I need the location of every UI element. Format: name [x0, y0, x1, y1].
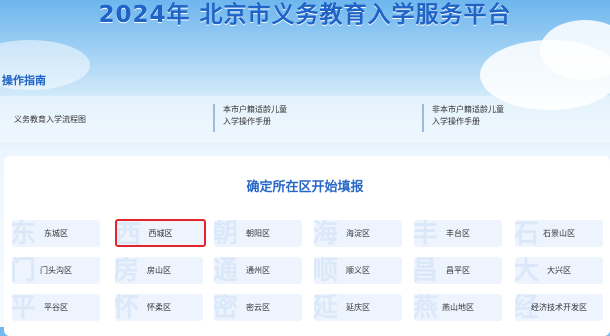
- district-button[interactable]: 燕燕山地区: [414, 294, 502, 321]
- district-label: 经济技术开发区: [531, 303, 587, 312]
- district-label: 大兴区: [547, 266, 571, 275]
- district-label: 密云区: [246, 303, 270, 312]
- guide-link-label: 本市户籍适龄儿童: [223, 105, 287, 114]
- district-label: 西城区: [148, 228, 173, 238]
- district-label: 朝阳区: [246, 229, 270, 238]
- district-label: 门头沟区: [40, 266, 72, 275]
- guide-link-flowchart[interactable]: 义务教育入学流程图: [14, 114, 86, 126]
- district-button[interactable]: 西西城区: [115, 219, 206, 247]
- district-button[interactable]: 朝朝阳区: [214, 220, 302, 247]
- page-title: 2024年 北京市义务教育入学服务平台: [98, 2, 512, 28]
- divider: [422, 104, 424, 132]
- district-label: 燕山地区: [442, 303, 474, 312]
- divider: [213, 104, 215, 132]
- district-label: 平谷区: [44, 303, 68, 312]
- guide-link-label: 义务教育入学流程图: [14, 115, 86, 124]
- district-label: 昌平区: [446, 266, 470, 275]
- district-label: 通州区: [246, 266, 270, 275]
- guide-link-label: 非本市户籍适龄儿童: [432, 105, 504, 114]
- guide-link-label: 入学操作手册: [223, 117, 271, 126]
- district-button[interactable]: 顺顺义区: [314, 257, 402, 284]
- district-label: 顺义区: [346, 266, 370, 275]
- district-button[interactable]: 东东城区: [12, 220, 100, 247]
- district-button[interactable]: 石石景山区: [515, 220, 603, 247]
- guide-link-label: 入学操作手册: [432, 117, 480, 126]
- district-button[interactable]: 通通州区: [214, 257, 302, 284]
- district-button[interactable]: 经经济技术开发区: [515, 294, 603, 321]
- district-button[interactable]: 怀怀柔区: [115, 294, 203, 321]
- district-button[interactable]: 丰丰台区: [414, 220, 502, 247]
- district-button[interactable]: 门门头沟区: [12, 257, 100, 284]
- district-button[interactable]: 海海淀区: [314, 220, 402, 247]
- district-label: 丰台区: [446, 229, 470, 238]
- guide-link-local-manual[interactable]: 本市户籍适龄儿童 入学操作手册: [213, 104, 287, 132]
- district-button[interactable]: 延延庆区: [314, 294, 402, 321]
- district-label: 东城区: [44, 229, 68, 238]
- guide-heading: 操作指南: [2, 74, 46, 87]
- district-panel-title: 确定所在区开始填报: [246, 180, 364, 195]
- district-label: 延庆区: [346, 303, 370, 312]
- district-button[interactable]: 密密云区: [214, 294, 302, 321]
- guide-bar: [0, 96, 610, 142]
- district-label: 怀柔区: [147, 303, 171, 312]
- guide-link-nonlocal-manual[interactable]: 非本市户籍适龄儿童 入学操作手册: [422, 104, 504, 132]
- district-label: 房山区: [147, 266, 171, 275]
- district-label: 石景山区: [543, 229, 575, 238]
- district-button[interactable]: 平平谷区: [12, 294, 100, 321]
- district-button[interactable]: 大大兴区: [515, 257, 603, 284]
- district-button[interactable]: 昌昌平区: [414, 257, 502, 284]
- district-label: 海淀区: [346, 229, 370, 238]
- district-button[interactable]: 房房山区: [115, 257, 203, 284]
